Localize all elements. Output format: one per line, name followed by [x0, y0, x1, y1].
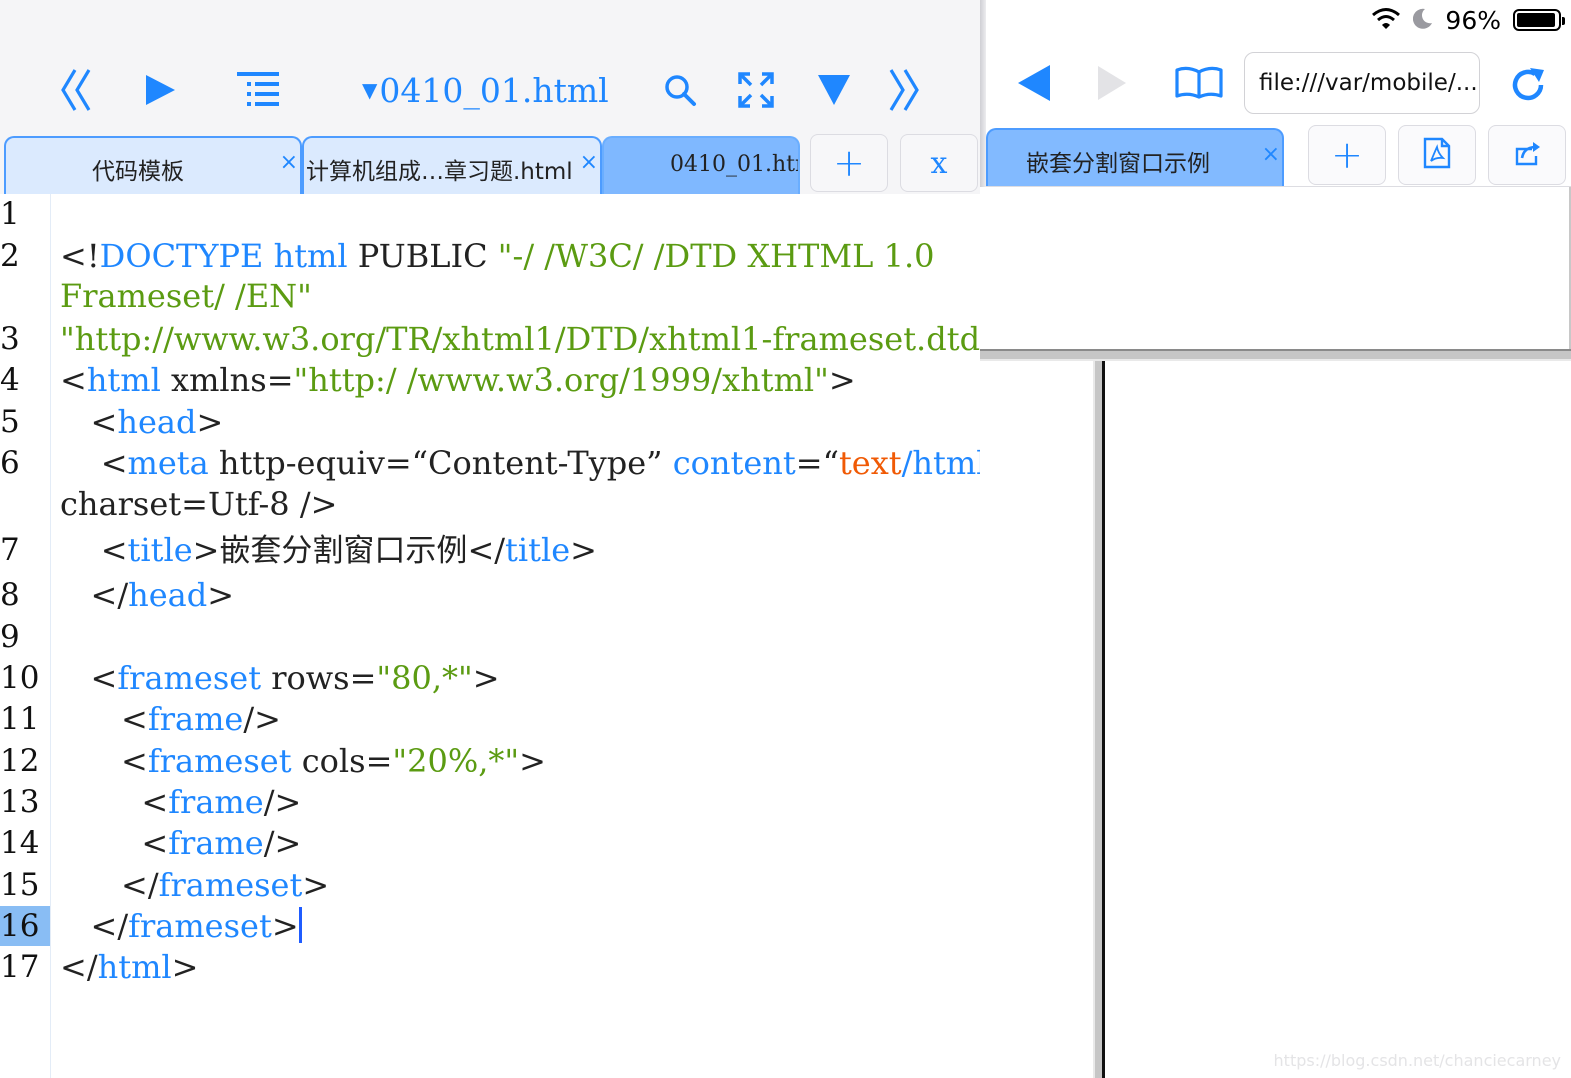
double-left-icon[interactable]: [52, 64, 100, 116]
code-line-6: <meta http-equiv=“Content-Type” content=…: [60, 444, 998, 482]
browser-tab-active[interactable]: 嵌套分割窗口示例 ×: [986, 128, 1284, 186]
code-line-16: </frameset>: [60, 906, 302, 946]
frame-top[interactable]: [980, 187, 1571, 349]
code-line-3: "http://www.w3.org/TR/xhtml1/DTD/xhtml1-…: [60, 320, 1022, 358]
code-line-11: <frame/>: [60, 700, 281, 738]
tab-close-icon[interactable]: ×: [280, 150, 298, 175]
gutter-divider: [50, 194, 51, 1078]
text-cursor: [298, 907, 302, 943]
frameset-horizontal-border[interactable]: [980, 349, 1571, 361]
editor-toolbar: ▼ 0410_01.html: [0, 0, 980, 134]
line-number: 3: [0, 321, 20, 357]
code-line-10: <frameset rows="80,*">: [60, 659, 500, 697]
code-line-5: <head>: [60, 403, 224, 441]
file-title-dropdown[interactable]: ▼ 0410_01.html: [362, 66, 609, 114]
plus-icon: +: [833, 141, 865, 185]
share-button[interactable]: [1488, 125, 1566, 185]
code-line-17: </html>: [60, 948, 199, 986]
tab-close-icon[interactable]: ×: [580, 150, 598, 175]
code-line-12: <frameset cols="20%,*">: [60, 742, 546, 780]
line-number: 6: [0, 445, 20, 481]
search-icon[interactable]: [656, 64, 704, 116]
url-text: file:///var/mobile/...: [1259, 70, 1478, 96]
code-area[interactable]: 1 2 3 4 5 6 7 8 9 10 11 12 13 14 15 16 17 <!DOCTYPE html…: [0, 194, 1022, 1078]
line-number: 5: [0, 404, 20, 440]
code-line-2-wrap: Frameset/ /EN": [60, 277, 312, 315]
code-line-7: <title>嵌套分割窗口示例</title>: [60, 531, 597, 569]
code-line-14: <frame/>: [60, 824, 302, 862]
tab-active-file[interactable]: 0410_01.html: [602, 136, 800, 194]
tab-code-template[interactable]: 代码模板 ×: [4, 136, 302, 194]
line-number: 9: [0, 619, 20, 655]
new-browser-tab-button[interactable]: +: [1308, 125, 1386, 185]
line-number: 15: [0, 867, 40, 903]
bookmarks-book-icon[interactable]: [1168, 58, 1230, 108]
double-right-icon[interactable]: [880, 64, 928, 116]
battery-fill: [1517, 13, 1556, 27]
line-number: 10: [0, 660, 40, 696]
forward-arrow-icon[interactable]: [1082, 58, 1142, 108]
line-number: 13: [0, 784, 40, 820]
moon-icon: [1413, 6, 1433, 35]
frame-left[interactable]: [980, 361, 1080, 1078]
editor-tab-bar: 代码模板 × 计算机组成…章习题.html × 0410_01.html + x: [0, 134, 980, 194]
line-number: 7: [0, 532, 20, 568]
line-number: 8: [0, 577, 20, 613]
code-line-6-wrap: charset=Utf-8 />: [60, 485, 338, 523]
share-icon: [1512, 139, 1542, 171]
line-number: 16: [0, 906, 50, 946]
line-number: 14: [0, 825, 40, 861]
play-icon[interactable]: [136, 64, 184, 116]
tab-computer-organization-exercises[interactable]: 计算机组成…章习题.html ×: [302, 136, 602, 194]
tab-label: 代码模板: [92, 159, 184, 185]
caret-down-icon: ▼: [362, 78, 378, 102]
close-icon: x: [930, 145, 948, 181]
tab-close-icon[interactable]: ×: [1262, 142, 1280, 167]
tab-label: 计算机组成…章习题.html: [306, 159, 573, 185]
code-editor-pane: ▼ 0410_01.html 代码模板 × 计算机组成…章习题.html × 0…: [0, 0, 1022, 1078]
status-bar: 96%: [1371, 4, 1565, 36]
pdf-button[interactable]: [1398, 125, 1476, 185]
battery-percentage: 96%: [1445, 5, 1501, 35]
frameset-vertical-border[interactable]: [1093, 361, 1105, 1078]
plus-icon: +: [1331, 133, 1363, 177]
line-number: 2: [0, 238, 20, 274]
battery-icon: [1513, 9, 1565, 31]
frame-right[interactable]: [1105, 361, 1571, 1078]
back-arrow-icon[interactable]: [1004, 58, 1064, 108]
file-title-label: 0410_01.html: [379, 70, 609, 110]
code-line-8: </head>: [60, 576, 235, 614]
code-line-4: <html xmlns="http:/ /www.w3.org/1999/xht…: [60, 361, 856, 399]
tab-label: 0410_01.html: [670, 152, 798, 177]
code-line-15: </frameset>: [60, 866, 330, 904]
line-number: 1: [0, 196, 20, 232]
url-field[interactable]: file:///var/mobile/...: [1244, 52, 1480, 114]
code-line-13: <frame/>: [60, 783, 302, 821]
expand-icon[interactable]: [732, 64, 780, 116]
line-number: 12: [0, 743, 40, 779]
new-tab-button[interactable]: +: [810, 134, 888, 192]
pdf-icon: [1422, 137, 1452, 173]
line-number: 11: [0, 701, 40, 737]
close-all-tabs-button[interactable]: x: [900, 134, 978, 192]
browser-preview-pane: 96% file:///var/mobile/... 嵌套分割窗口示例 × + …: [980, 0, 1571, 1078]
tab-label: 嵌套分割窗口示例: [1026, 151, 1210, 177]
watermark: https://blog.csdn.net/chanciecarney: [1273, 1051, 1561, 1070]
line-number: 17: [0, 949, 40, 985]
wifi-icon: [1371, 6, 1401, 35]
reload-icon[interactable]: [1498, 58, 1558, 112]
triangle-down-icon[interactable]: [810, 64, 858, 116]
list-icon[interactable]: [232, 64, 284, 116]
code-line-2: <!DOCTYPE html PUBLIC "-/ /W3C/ /DTD XHT…: [60, 237, 935, 275]
line-number: 4: [0, 362, 20, 398]
